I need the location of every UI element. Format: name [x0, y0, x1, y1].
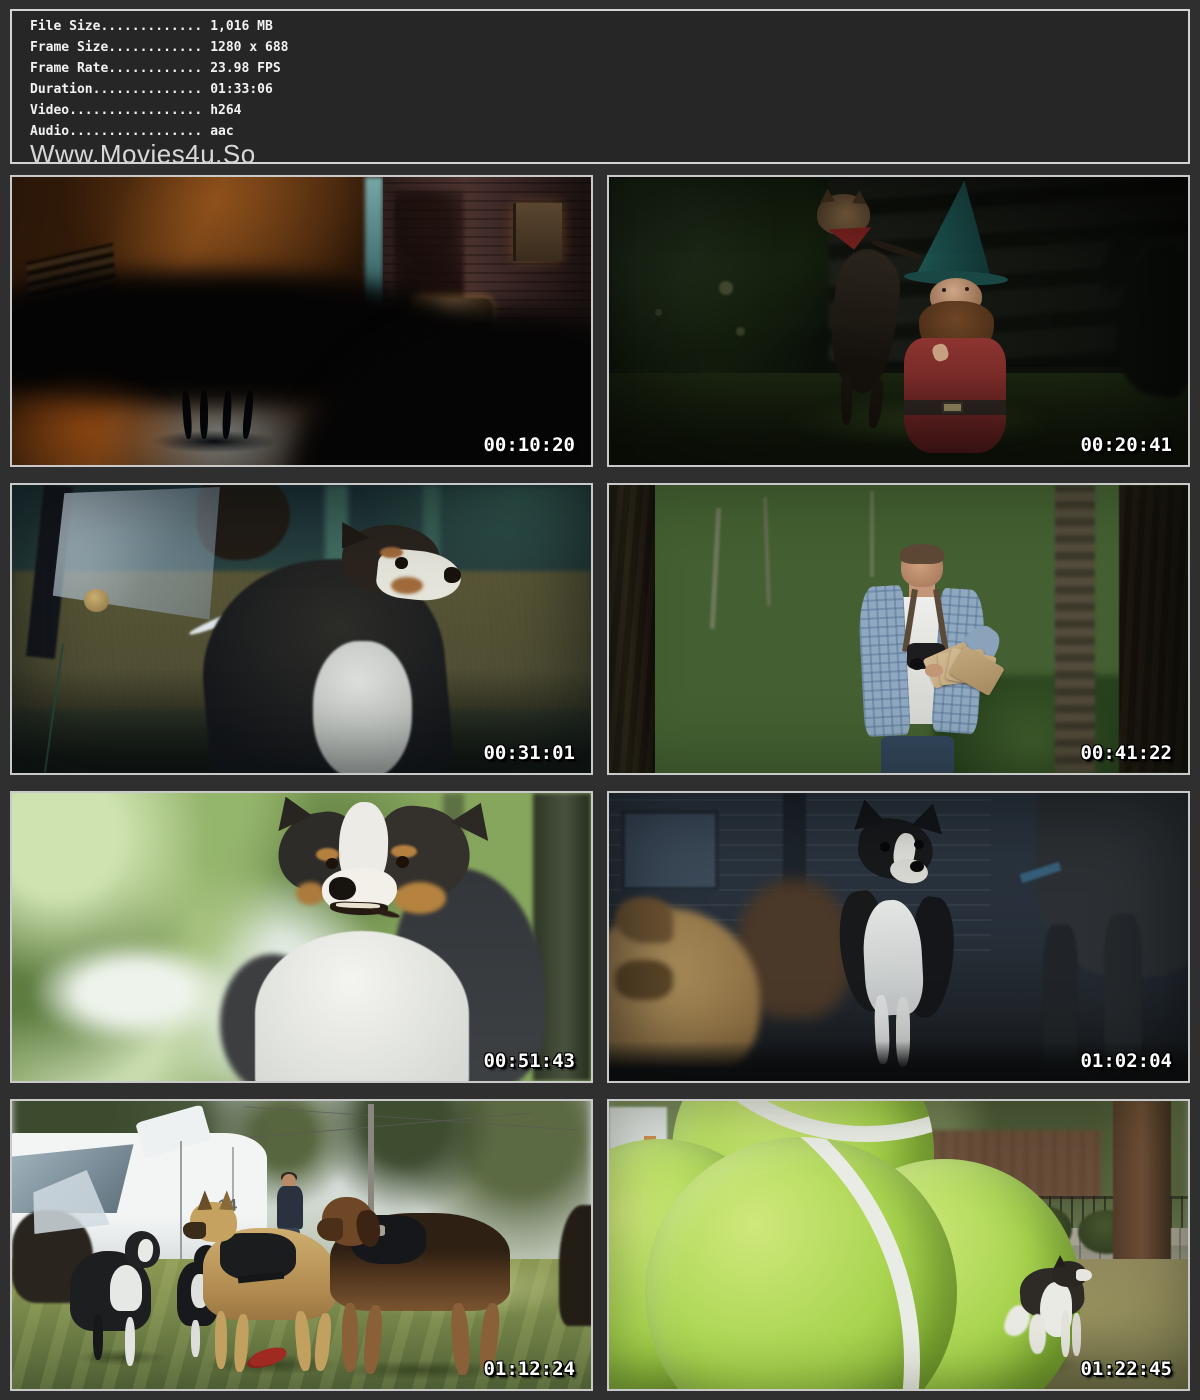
- info-label: Frame Rate: [30, 61, 108, 76]
- timestamp: 00:20:41: [1080, 434, 1172, 456]
- vignette: [609, 793, 1188, 1081]
- dog-shadow: [76, 1349, 169, 1366]
- media-info-panel: File Size............. 1,016 MB Frame Siz…: [10, 9, 1190, 164]
- screenshot-thumb-5: 00:51:43: [10, 791, 593, 1083]
- timestamp: 00:31:01: [483, 742, 575, 764]
- vignette: [12, 485, 591, 773]
- vignette: [609, 485, 1188, 773]
- screenshot-thumb-1: 00:10:20: [10, 175, 593, 467]
- electrical-box: [513, 203, 562, 261]
- border-collie-chest: [110, 1265, 142, 1311]
- screenshot-thumb-3: 00:31:01: [10, 483, 593, 775]
- boston-terrier-leg: [191, 1320, 200, 1357]
- shepherd-leg: [215, 1311, 228, 1369]
- info-row-video: Video................. h264: [30, 100, 1188, 121]
- timestamp: 01:22:45: [1080, 1358, 1172, 1380]
- screenshot-thumb-4: 00:41:22: [607, 483, 1190, 775]
- info-dots: .................: [69, 124, 202, 139]
- timestamp: 00:51:43: [483, 1050, 575, 1072]
- aussie-tan-cheek: [296, 882, 325, 905]
- info-value: 23.98 FPS: [210, 61, 280, 76]
- info-row-frame-rate: Frame Rate............ 23.98 FPS: [30, 58, 1188, 79]
- info-label: Duration: [30, 82, 93, 97]
- info-dots: .............: [100, 19, 202, 34]
- info-row-file-size: File Size............. 1,016 MB: [30, 16, 1188, 37]
- info-value: 01:33:06: [210, 82, 273, 97]
- border-collie-leg: [125, 1317, 135, 1366]
- info-row-frame-size: Frame Size............ 1280 x 688: [30, 37, 1188, 58]
- orange-glow: [10, 373, 186, 467]
- info-value: 1280 x 688: [210, 40, 288, 55]
- bloodhound-leg: [342, 1303, 358, 1372]
- screenshot-grid: 00:10:20: [10, 175, 1190, 1391]
- bright-sky-patch: [35, 943, 232, 1041]
- timestamp: 00:10:20: [483, 434, 575, 456]
- aussie-tan-cheek: [394, 882, 446, 914]
- info-dots: ..............: [93, 82, 203, 97]
- info-value: h264: [210, 103, 241, 118]
- timestamp: 01:12:24: [483, 1358, 575, 1380]
- info-label: Video: [30, 103, 69, 118]
- info-dots: .................: [69, 103, 202, 118]
- info-label: Frame Size: [30, 40, 108, 55]
- screenshot-sheet: File Size............. 1,016 MB Frame Siz…: [0, 0, 1200, 1400]
- info-label: File Size: [30, 19, 100, 34]
- officer-uniform: [277, 1186, 302, 1229]
- info-label: Audio: [30, 124, 69, 139]
- screenshot-thumb-2: 00:20:41: [607, 175, 1190, 467]
- aussie-eye: [396, 856, 409, 868]
- border-collie-leg: [93, 1314, 103, 1360]
- info-value: aac: [210, 124, 233, 139]
- screenshot-thumb-6: 01:02:04: [607, 791, 1190, 1083]
- shepherd-muzzle: [183, 1222, 206, 1239]
- vignette: [609, 177, 1188, 465]
- shepherd-harness: [220, 1233, 295, 1279]
- info-row-duration: Duration.............. 01:33:06: [30, 79, 1188, 100]
- info-value: 1,016 MB: [210, 19, 273, 34]
- screenshot-thumb-7: 14: [10, 1099, 593, 1391]
- screenshot-thumb-8: 01:22:45: [607, 1099, 1190, 1391]
- info-dots: ............: [108, 61, 202, 76]
- timestamp: 01:02:04: [1080, 1050, 1172, 1072]
- info-dots: ............: [108, 40, 202, 55]
- aussie-nose: [329, 877, 356, 900]
- bloodhound-muzzle: [317, 1218, 343, 1241]
- timestamp: 00:41:22: [1080, 742, 1172, 764]
- vignette: [609, 1101, 1188, 1389]
- site-watermark: Www.Movies4u.So: [30, 143, 1188, 164]
